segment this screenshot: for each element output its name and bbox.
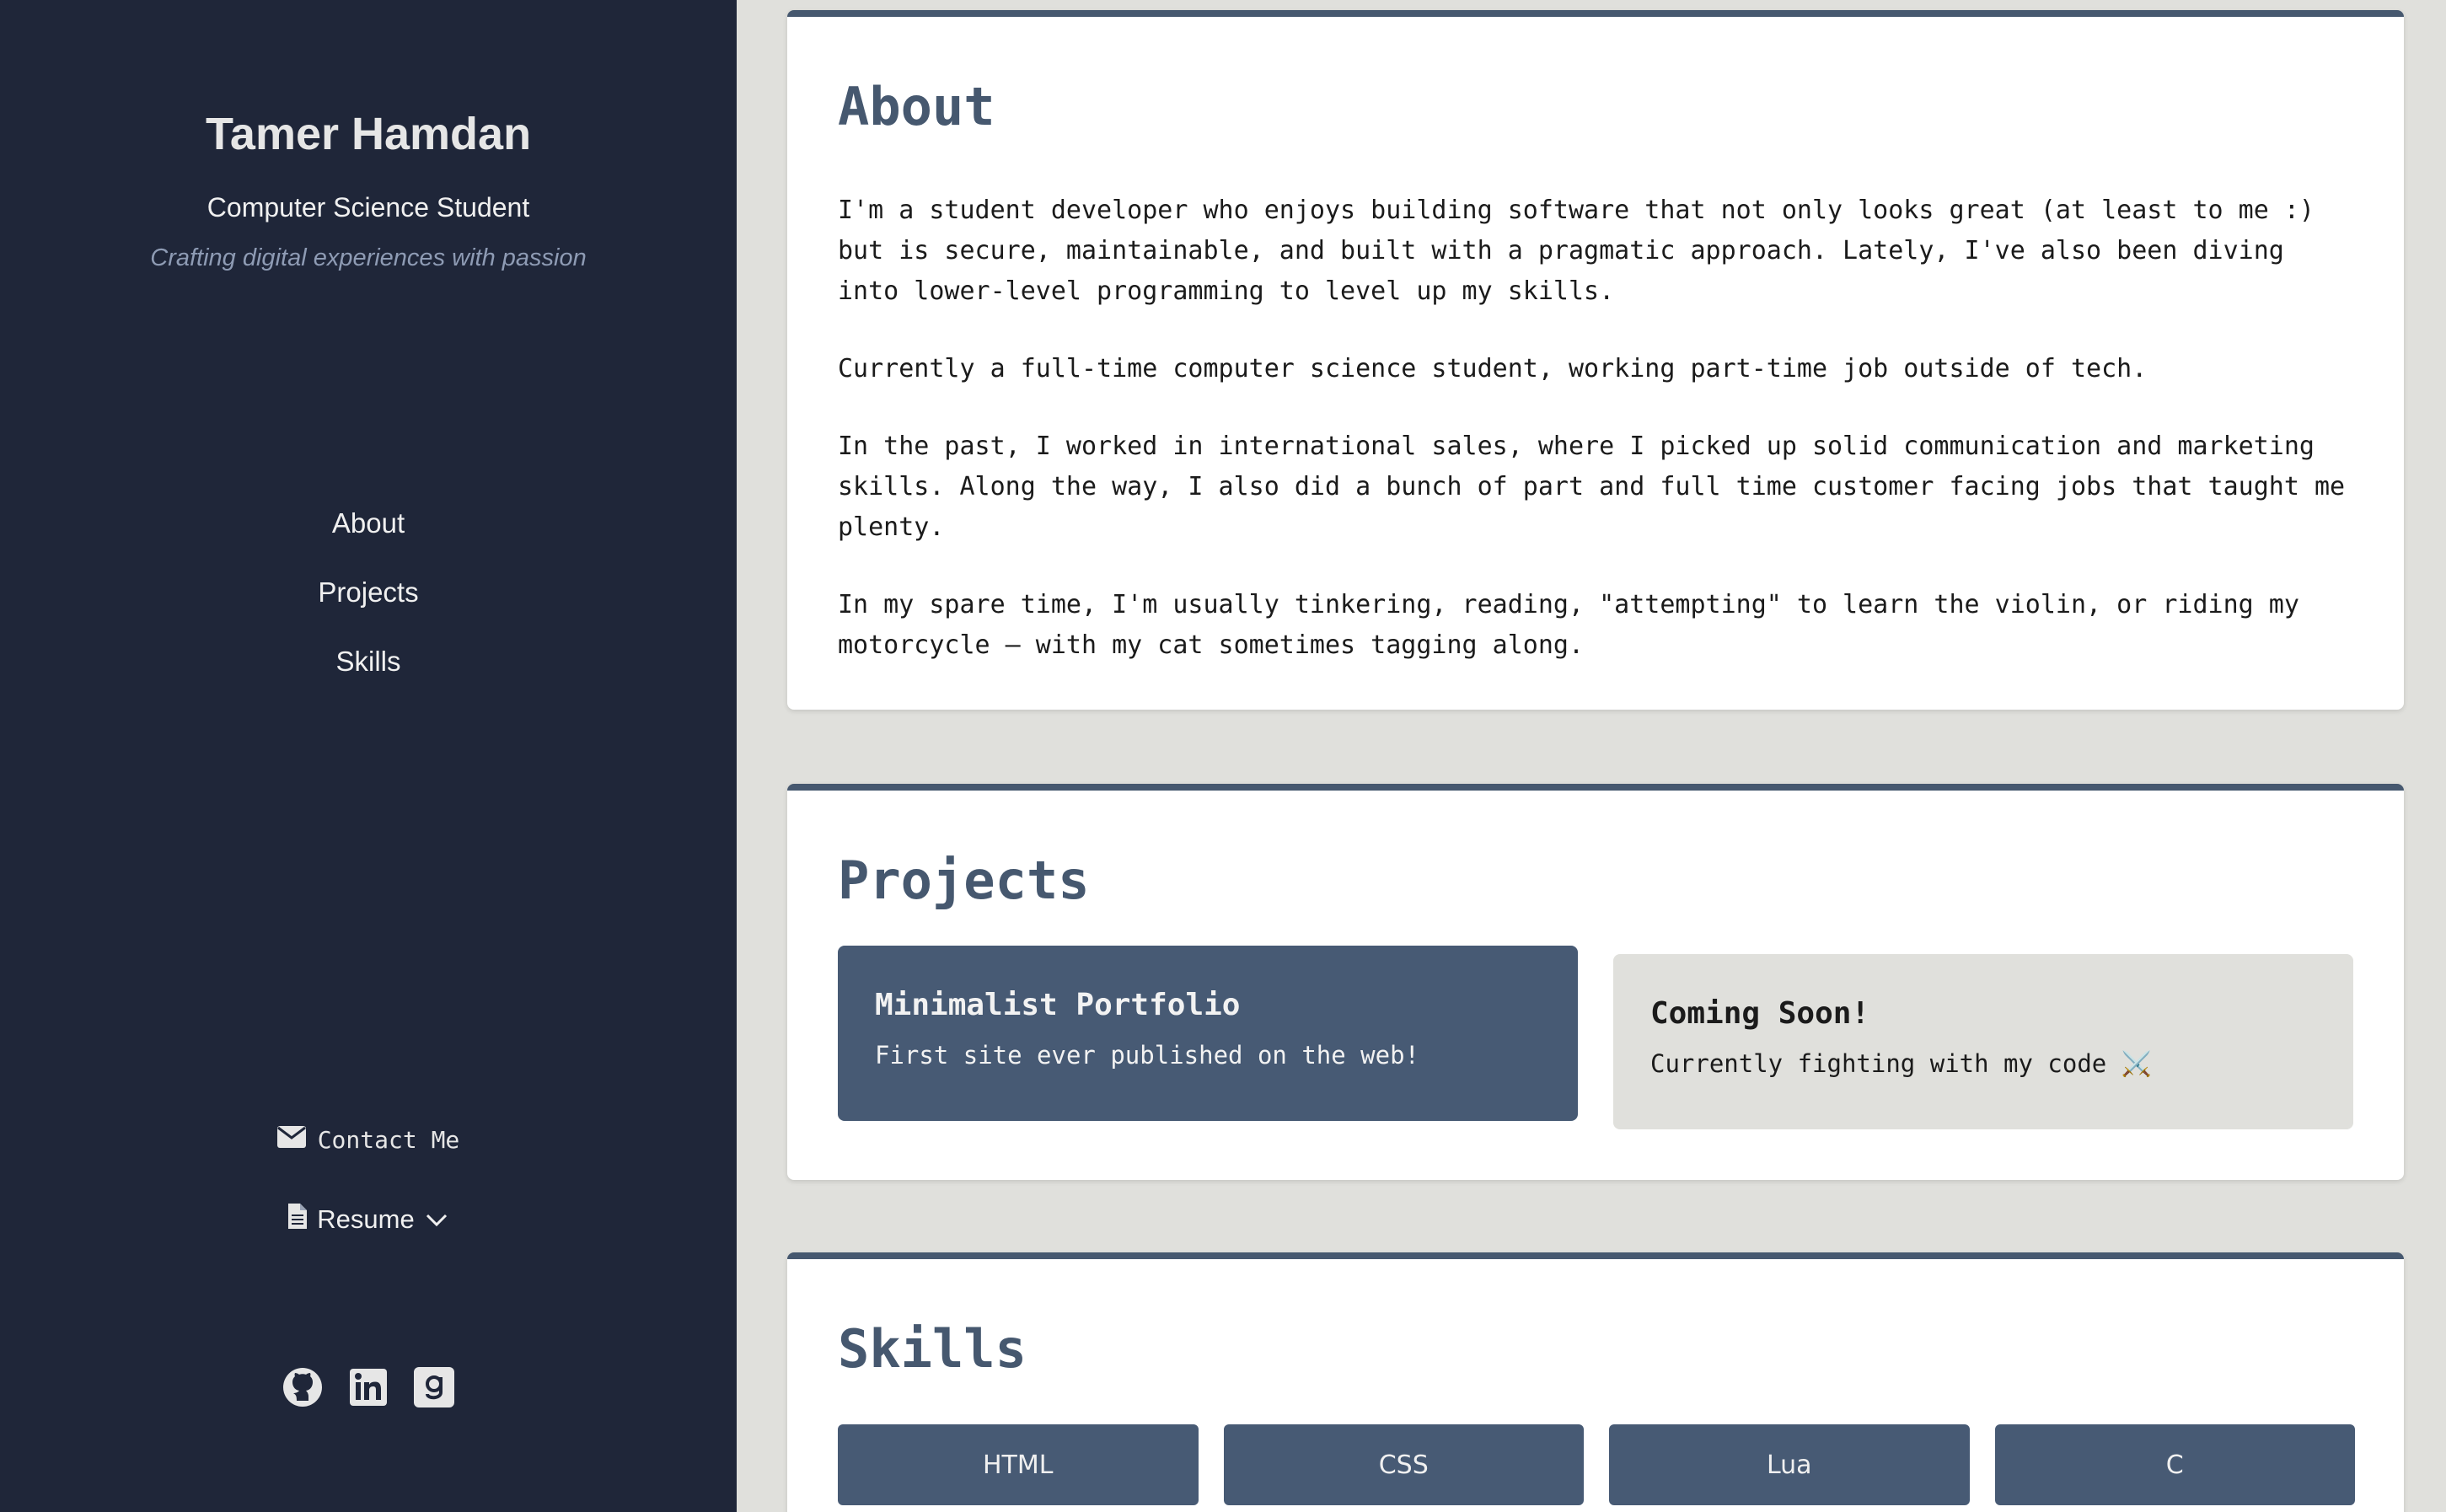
about-paragraph: Currently a full-time computer science s… (838, 354, 2148, 383)
linkedin-icon[interactable] (348, 1367, 389, 1407)
skills-section: Skills HTML CSS Lua C (787, 1252, 2404, 1512)
document-icon (288, 1204, 308, 1236)
about-body: I'm a student developer who enjoys build… (838, 190, 2355, 703)
about-title: About (838, 76, 995, 137)
project-title: Minimalist Portfolio (875, 988, 1241, 1022)
social-links (0, 1367, 737, 1407)
project-card-coming-soon[interactable]: Coming Soon! Currently fighting with my … (1613, 954, 2353, 1129)
project-description: Currently fighting with my code ⚔️ (1650, 1049, 2152, 1078)
projects-title: Projects (838, 850, 1090, 911)
nav-item-projects[interactable]: Projects (0, 571, 737, 641)
resume-dropdown[interactable]: Resume (0, 1204, 737, 1236)
skill-badge: CSS (1223, 1424, 1584, 1505)
chevron-down-icon (425, 1204, 448, 1235)
nav-item-skills[interactable]: Skills (0, 641, 737, 710)
profile-name: Tamer Hamdan (205, 109, 532, 159)
skills-title: Skills (838, 1318, 1027, 1380)
about-paragraph: I'm a student developer who enjoys build… (838, 196, 2315, 306)
project-description: First site ever published on the web! (875, 1041, 1420, 1070)
sidebar: Tamer Hamdan Computer Science Student Cr… (0, 0, 737, 1512)
about-paragraph: In the past, I worked in international s… (838, 432, 2346, 542)
github-icon[interactable] (282, 1367, 323, 1407)
nav-item-about[interactable]: About (0, 502, 737, 571)
skill-badge: C (1994, 1424, 2355, 1505)
skill-badge: Lua (1609, 1424, 1970, 1505)
profile-role: Computer Science Student (207, 192, 530, 223)
project-card-minimalist-portfolio[interactable]: Minimalist Portfolio First site ever pub… (838, 946, 1578, 1121)
profile-tagline: Crafting digital experiences with passio… (150, 244, 587, 271)
resume-label: Resume (317, 1204, 415, 1234)
goodreads-icon[interactable] (414, 1367, 454, 1407)
skills-list: HTML CSS Lua C (838, 1424, 2355, 1505)
projects-section: Projects Minimalist Portfolio First site… (787, 784, 2404, 1180)
about-paragraph: In my spare time, I'm usually tinkering,… (838, 590, 2299, 660)
contact-label: Contact Me (317, 1126, 460, 1154)
about-section: About I'm a student developer who enjoys… (787, 10, 2404, 710)
project-title: Coming Soon! (1650, 996, 1870, 1031)
envelope-icon (276, 1126, 306, 1154)
contact-button[interactable]: Contact Me (0, 1126, 737, 1154)
skill-badge: HTML (838, 1424, 1199, 1505)
sidebar-nav: About Projects Skills (0, 502, 737, 710)
